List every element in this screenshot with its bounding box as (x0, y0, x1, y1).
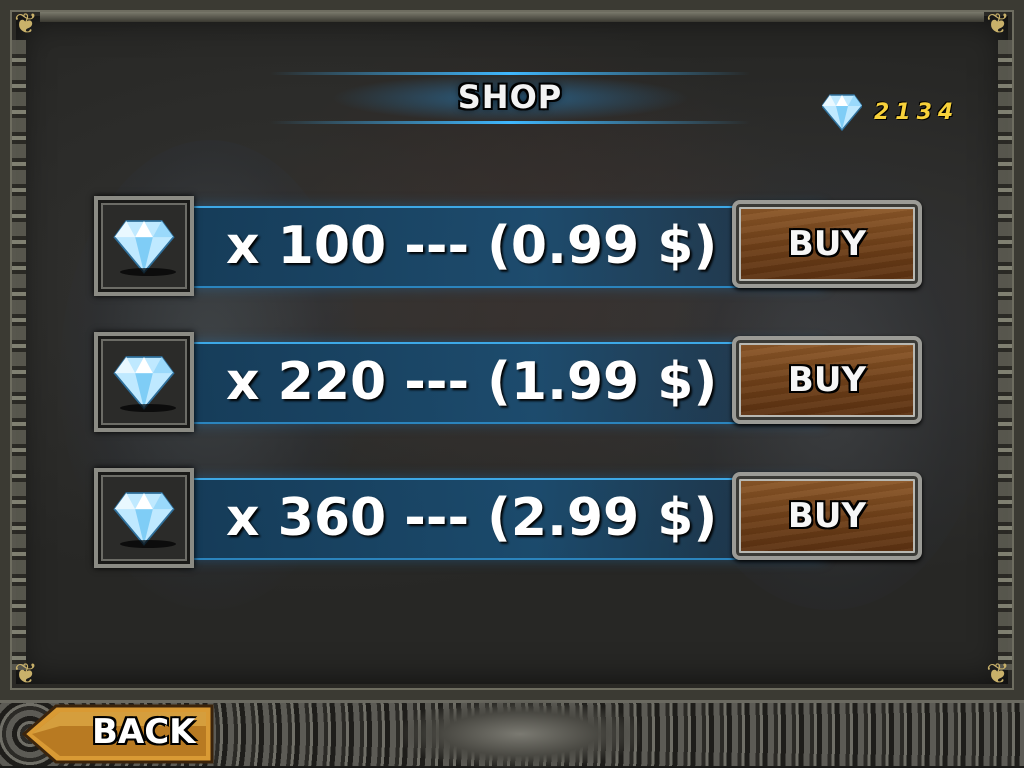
buy-button-label: BUY (787, 496, 867, 536)
frame-top-rail (40, 12, 984, 22)
offer-label: x 220 --- (1.99 $) (226, 352, 718, 412)
shop-title-banner: SHOP (270, 68, 750, 128)
buy-button-100[interactable]: BUY (732, 200, 922, 288)
frame-left-pillar (12, 40, 26, 670)
offer-row: x 360 --- (2.99 $) BUY (94, 468, 926, 568)
offer-label: x 360 --- (2.99 $) (226, 488, 718, 548)
back-button[interactable]: BACK (22, 704, 216, 764)
buy-button-360[interactable]: BUY (732, 472, 922, 560)
corner-ornament-icon: ❦ (14, 7, 38, 40)
buy-button-label: BUY (787, 360, 867, 400)
frame-right-pillar (998, 40, 1012, 670)
corner-ornament-icon: ❦ (986, 657, 1010, 690)
diamond-balance: 2134 (822, 88, 959, 136)
shop-screen: ❦ ❦ ❦ ❦ SHOP 2134 x 100 --- (0.99 $) BUY… (0, 0, 1024, 768)
diamond-icon (113, 356, 175, 410)
offer-row: x 100 --- (0.99 $) BUY (94, 196, 926, 296)
page-title: SHOP (457, 78, 563, 116)
offer-icon-frame (94, 468, 194, 568)
diamond-shadow (120, 268, 176, 276)
corner-ornament-icon: ❦ (986, 7, 1010, 40)
diamond-balance-value: 2134 (874, 99, 960, 125)
offer-row: x 220 --- (1.99 $) BUY (94, 332, 926, 432)
back-button-label: BACK (92, 712, 196, 752)
title-line-bottom (270, 121, 750, 124)
offer-icon-frame (94, 196, 194, 296)
diamond-shadow (120, 540, 176, 548)
offer-icon-frame (94, 332, 194, 432)
diamond-icon (822, 94, 862, 131)
offer-label: x 100 --- (0.99 $) (226, 216, 718, 276)
bottom-center-ornament (400, 700, 640, 768)
diamond-shadow (120, 404, 176, 412)
corner-ornament-icon: ❦ (14, 657, 38, 690)
diamond-icon (113, 492, 175, 546)
buy-button-220[interactable]: BUY (732, 336, 922, 424)
diamond-icon (113, 220, 175, 274)
buy-button-label: BUY (787, 224, 867, 264)
